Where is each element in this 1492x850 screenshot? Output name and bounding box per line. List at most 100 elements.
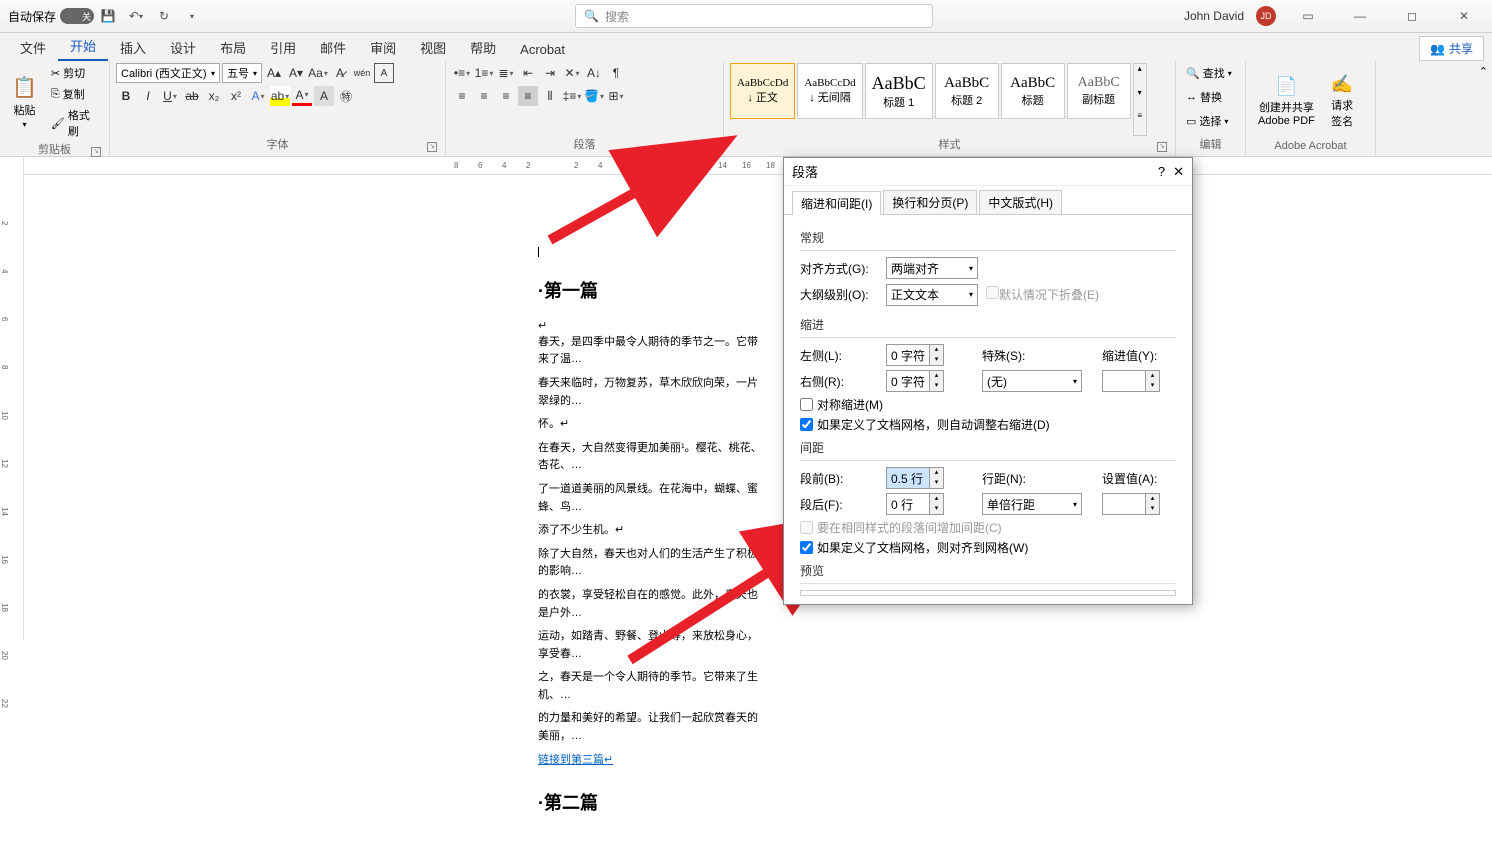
samestyle-checkbox[interactable]: 要在相同样式的段落间增加间距(C) <box>800 519 1176 536</box>
style-heading2[interactable]: AaBbC标题 2 <box>935 63 999 119</box>
find-button[interactable]: 🔍查找▾ <box>1182 63 1239 83</box>
select-button[interactable]: ▭选择▾ <box>1182 111 1239 131</box>
borders-icon[interactable]: ⊞ <box>606 86 626 106</box>
styles-dialog-launcher[interactable]: ↘ <box>1157 142 1167 152</box>
highlight-icon[interactable]: ab <box>270 86 290 106</box>
font-size-combo[interactable]: 五号▾ <box>222 63 262 83</box>
justify-icon[interactable]: ≡ <box>518 86 538 106</box>
indent-left-spinner[interactable]: ▴▾ <box>886 344 944 366</box>
collapse-ribbon-icon[interactable]: ⌃ <box>1475 61 1492 156</box>
superscript-icon[interactable]: x² <box>226 86 246 106</box>
distribute-icon[interactable]: ⫴ <box>540 86 560 106</box>
underline-icon[interactable]: U <box>160 86 180 106</box>
paste-button[interactable]: 📋 粘贴 ▾ <box>6 63 43 141</box>
avatar[interactable]: JD <box>1256 6 1276 26</box>
at-value-spinner[interactable]: ▴▾ <box>1102 493 1160 515</box>
text-effects-icon[interactable]: A <box>248 86 268 106</box>
numbering-icon[interactable]: 1≡ <box>474 63 494 83</box>
bold-icon[interactable]: B <box>116 86 136 106</box>
save-icon[interactable]: 💾 <box>98 6 118 26</box>
create-pdf-button[interactable]: 📄创建并共享 Adobe PDF <box>1252 63 1321 140</box>
phonetic-guide-icon[interactable]: wén <box>352 63 372 83</box>
style-nospacing[interactable]: AaBbCcDd↓ 无间隔 <box>797 63 862 119</box>
clear-format-icon[interactable]: A̷ <box>330 63 350 83</box>
indent-right-spinner[interactable]: ▴▾ <box>886 370 944 392</box>
shading-icon[interactable]: 🪣 <box>584 86 604 106</box>
enclose-char-icon[interactable]: ㊕ <box>336 86 356 106</box>
asian-layout-icon[interactable]: ✕ <box>562 63 582 83</box>
font-name-combo[interactable]: Calibri (西文正文)▾ <box>116 63 220 83</box>
dialog-titlebar[interactable]: 段落 ? ✕ <box>784 158 1192 186</box>
special-indent-select[interactable]: (无)▾ <box>982 370 1082 392</box>
tab-acrobat[interactable]: Acrobat <box>508 38 577 61</box>
tab-line-page-breaks[interactable]: 换行和分页(P) <box>883 190 977 214</box>
cut-button[interactable]: ✂剪切 <box>47 63 103 83</box>
customize-qat-icon[interactable]: ▾ <box>182 6 202 26</box>
minimize-icon[interactable]: — <box>1340 2 1380 30</box>
space-before-spinner[interactable]: ▴▾ <box>886 467 944 489</box>
indent-by-spinner[interactable]: ▴▾ <box>1102 370 1160 392</box>
line-spacing-icon[interactable]: ‡≡ <box>562 86 582 106</box>
vertical-ruler[interactable]: 246810121416182022 <box>0 157 24 640</box>
space-after-spinner[interactable]: ▴▾ <box>886 493 944 515</box>
maximize-icon[interactable]: ◻ <box>1392 2 1432 30</box>
tab-asian-typography[interactable]: 中文版式(H) <box>979 190 1062 214</box>
style-heading1[interactable]: AaBbC标题 1 <box>865 63 933 119</box>
clipboard-dialog-launcher[interactable]: ↘ <box>91 147 101 157</box>
ribbon-display-icon[interactable]: ▭ <box>1288 2 1328 30</box>
align-left-icon[interactable]: ≡ <box>452 86 472 106</box>
copy-button[interactable]: ⎘复制 <box>47 84 103 104</box>
bullets-icon[interactable]: •≡ <box>452 63 472 83</box>
style-scroll[interactable]: ▴▾≡ <box>1133 63 1147 136</box>
style-title[interactable]: AaBbC标题 <box>1001 63 1065 119</box>
tab-file[interactable]: 文件 <box>8 34 58 61</box>
font-color-icon[interactable]: A <box>292 86 312 106</box>
multilevel-icon[interactable]: ≣ <box>496 63 516 83</box>
style-normal[interactable]: AaBbCcDd↓ 正文 <box>730 63 795 119</box>
autogrid-checkbox[interactable]: 如果定义了文档网格，则自动调整右缩进(D) <box>800 416 1176 433</box>
tab-references[interactable]: 引用 <box>258 34 308 61</box>
italic-icon[interactable]: I <box>138 86 158 106</box>
tab-insert[interactable]: 插入 <box>108 34 158 61</box>
char-shading-icon[interactable]: A <box>314 86 334 106</box>
mirror-indent-checkbox[interactable]: 对称缩进(M) <box>800 396 1176 413</box>
tab-mail[interactable]: 邮件 <box>308 34 358 61</box>
redo-icon[interactable]: ↻ <box>154 6 174 26</box>
undo-icon[interactable]: ↶▾ <box>126 6 146 26</box>
line-spacing-select[interactable]: 单倍行距▾ <box>982 493 1082 515</box>
font-dialog-launcher[interactable]: ↘ <box>427 142 437 152</box>
shrink-font-icon[interactable]: A▾ <box>286 63 306 83</box>
style-subtitle[interactable]: AaBbC副标题 <box>1067 63 1131 119</box>
tab-help[interactable]: 帮助 <box>458 34 508 61</box>
search-box[interactable]: 🔍 搜索 <box>575 4 933 28</box>
paragraph-dialog-launcher[interactable]: ↘ <box>705 142 715 152</box>
close-icon[interactable]: ✕ <box>1444 2 1484 30</box>
document-page[interactable]: ·第一篇 ↵ 春天，是四季中最令人期待的季节之一。它带来了温… 春天来临时，万物… <box>448 187 784 850</box>
char-border-icon[interactable]: A <box>374 63 394 83</box>
share-button[interactable]: 👥 共享 <box>1419 36 1484 61</box>
tab-home[interactable]: 开始 <box>58 32 108 61</box>
align-center-icon[interactable]: ≡ <box>474 86 494 106</box>
tab-review[interactable]: 审阅 <box>358 34 408 61</box>
help-icon[interactable]: ? <box>1158 164 1165 180</box>
alignment-select[interactable]: 两端对齐▾ <box>886 257 978 279</box>
strike-icon[interactable]: ab <box>182 86 202 106</box>
sort-icon[interactable]: A↓ <box>584 63 604 83</box>
autosave-toggle[interactable]: 自动保存 关 <box>8 8 94 25</box>
grow-font-icon[interactable]: A▴ <box>264 63 284 83</box>
close-icon[interactable]: ✕ <box>1173 164 1184 180</box>
snapgrid-checkbox[interactable]: 如果定义了文档网格，则对齐到网格(W) <box>800 539 1176 556</box>
user-name[interactable]: John David <box>1184 9 1244 23</box>
collapse-checkbox[interactable]: 默认情况下折叠(E) <box>986 286 1099 303</box>
outline-select[interactable]: 正文文本▾ <box>886 284 978 306</box>
tab-design[interactable]: 设计 <box>158 34 208 61</box>
change-case-icon[interactable]: Aa <box>308 63 328 83</box>
format-painter-button[interactable]: 🖌格式刷 <box>47 105 103 141</box>
increase-indent-icon[interactable]: ⇥ <box>540 63 560 83</box>
subscript-icon[interactable]: x₂ <box>204 86 224 106</box>
replace-button[interactable]: ↔替换 <box>1182 87 1239 107</box>
horizontal-ruler[interactable]: 8642246810121416182022 <box>24 157 1492 175</box>
align-right-icon[interactable]: ≡ <box>496 86 516 106</box>
decrease-indent-icon[interactable]: ⇤ <box>518 63 538 83</box>
show-marks-icon[interactable]: ¶ <box>606 63 626 83</box>
